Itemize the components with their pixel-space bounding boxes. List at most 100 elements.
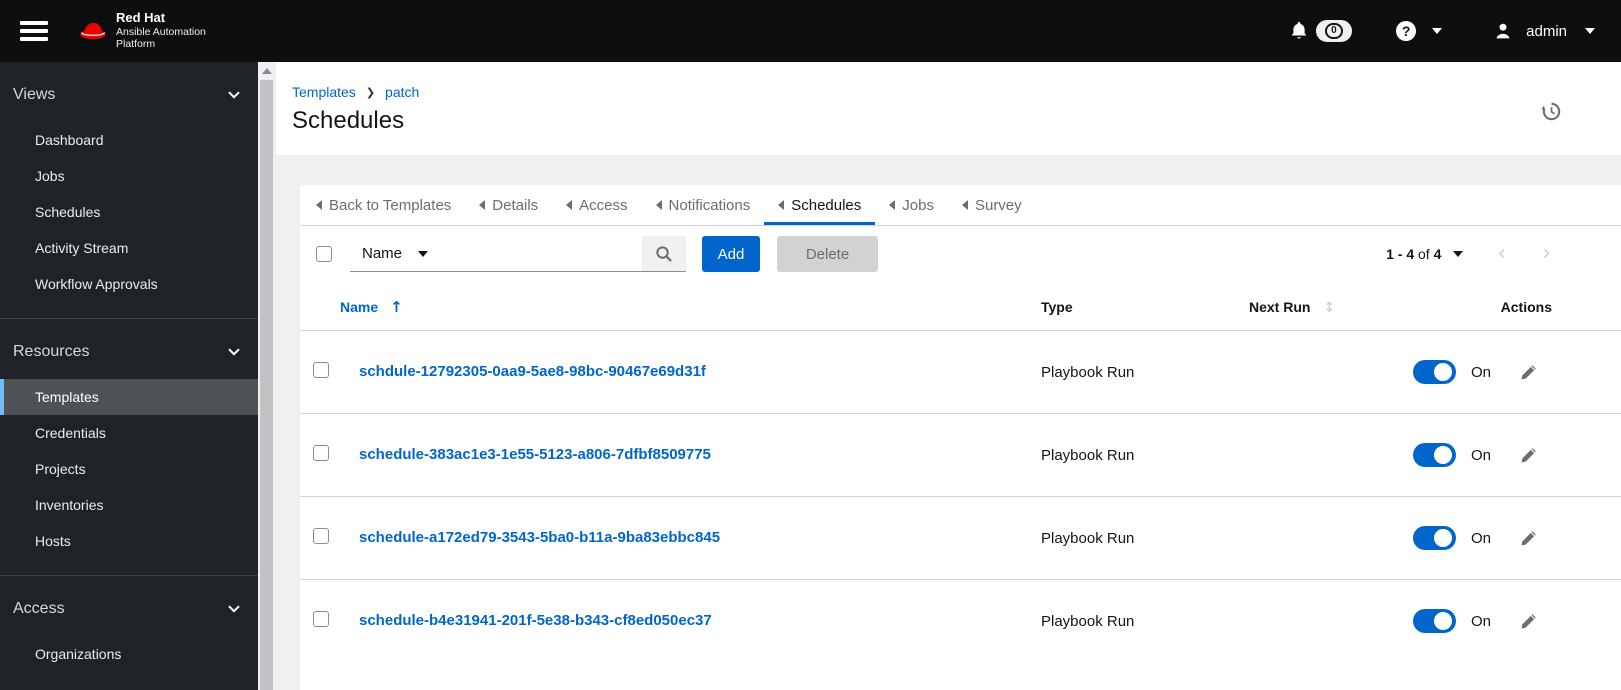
- question-circle-icon: ?: [1396, 21, 1417, 41]
- sidebar-group-access: Access Organizations: [0, 575, 258, 688]
- sidebar-item-schedules[interactable]: Schedules: [0, 194, 258, 230]
- caret-left-icon: [655, 200, 662, 210]
- search-input[interactable]: [440, 236, 642, 272]
- breadcrumb-link-patch[interactable]: patch: [385, 84, 419, 100]
- schedule-toggle[interactable]: [1413, 443, 1456, 467]
- filter-caret-icon: [418, 250, 428, 257]
- schedule-name-link[interactable]: schedule-a172ed79-3543-5ba0-b11a-9ba83eb…: [359, 529, 720, 546]
- sidebar-group-title: Access: [13, 600, 65, 617]
- schedule-name-link[interactable]: schedule-383ac1e3-1e55-5123-a806-7dfbf85…: [359, 446, 711, 463]
- toggle-state-label: On: [1471, 363, 1492, 381]
- schedule-type-label: Playbook Run: [1041, 363, 1135, 381]
- caret-left-icon: [778, 200, 785, 210]
- schedules-table: Name ↑ Type Next Run ↕ Actions schdule-127…: [300, 282, 1621, 663]
- sort-ascending-icon[interactable]: ↑: [390, 298, 403, 316]
- schedules-card: Back to Templates Details Access Notific…: [300, 185, 1621, 690]
- tab-back-to-templates[interactable]: Back to Templates: [302, 185, 465, 225]
- sidebar-group-header[interactable]: Resources: [0, 331, 258, 371]
- edit-schedule-button[interactable]: [1520, 530, 1537, 547]
- sidebar-group-title: Resources: [13, 343, 90, 360]
- help-caret-icon[interactable]: [1432, 28, 1443, 34]
- tab-access[interactable]: Access: [552, 185, 641, 225]
- sidebar-item-dashboard[interactable]: Dashboard: [0, 122, 258, 158]
- edit-schedule-button[interactable]: [1520, 364, 1537, 381]
- row-checkbox[interactable]: [313, 527, 329, 544]
- sidebar-scrollbar[interactable]: [258, 62, 276, 690]
- schedule-type-label: Playbook Run: [1041, 612, 1135, 630]
- add-button[interactable]: Add: [702, 236, 760, 272]
- tab-jobs[interactable]: Jobs: [875, 185, 948, 225]
- sidebar-item-projects[interactable]: Projects: [0, 451, 258, 487]
- chevron-down-icon: [228, 605, 240, 613]
- sort-both-icon[interactable]: ↕: [1323, 300, 1335, 316]
- search-button[interactable]: [642, 236, 686, 272]
- sidebar-group-resources: Resources Templates Credentials Projects…: [0, 318, 258, 575]
- edit-schedule-button[interactable]: [1520, 447, 1537, 464]
- pencil-icon: [1521, 364, 1536, 380]
- schedule-toggle[interactable]: [1413, 526, 1456, 550]
- schedule-name-link[interactable]: schedule-b4e31941-201f-5e38-b343-cf8ed05…: [359, 612, 712, 629]
- notifications-button[interactable]: 0: [1290, 20, 1353, 42]
- sidebar-group-header[interactable]: Views: [0, 74, 258, 114]
- breadcrumb: Templates ❯ patch: [292, 84, 1621, 100]
- schedule-type-label: Playbook Run: [1041, 529, 1135, 547]
- page-header: Templates ❯ patch Schedules: [276, 62, 1621, 155]
- user-icon: [1496, 23, 1510, 39]
- hamburger-menu-icon[interactable]: [12, 9, 56, 53]
- schedule-toggle[interactable]: [1413, 360, 1456, 384]
- scrollbar-thumb[interactable]: [260, 80, 273, 690]
- breadcrumb-link-templates[interactable]: Templates: [292, 84, 356, 100]
- sidebar-item-organizations[interactable]: Organizations: [0, 636, 258, 672]
- caret-left-icon: [961, 200, 968, 210]
- sidebar: Views Dashboard Jobs Schedules Activity …: [0, 62, 258, 690]
- sidebar-item-templates[interactable]: Templates: [0, 379, 258, 415]
- pagination-caret-icon[interactable]: [1453, 251, 1464, 257]
- row-checkbox[interactable]: [313, 610, 329, 627]
- toolbar: Name Add Delete 1 - 4 of 4 ‹ ›: [300, 226, 1621, 282]
- user-menu-caret-icon[interactable]: [1585, 28, 1595, 34]
- notification-badge: 0: [1316, 20, 1353, 42]
- row-checkbox[interactable]: [313, 444, 329, 461]
- sidebar-item-inventories[interactable]: Inventories: [0, 487, 258, 523]
- search-icon: [656, 245, 672, 262]
- edit-schedule-button[interactable]: [1520, 613, 1537, 630]
- pagination-prev-button[interactable]: ‹: [1497, 243, 1506, 265]
- help-button[interactable]: ?: [1396, 21, 1417, 41]
- pencil-icon: [1521, 614, 1536, 629]
- column-header-name[interactable]: Name ↑: [340, 282, 1020, 331]
- caret-left-icon: [889, 200, 896, 210]
- schedule-toggle[interactable]: [1413, 609, 1456, 634]
- toggle-state-label: On: [1471, 529, 1492, 547]
- page-title: Schedules: [292, 107, 405, 134]
- sidebar-item-credentials[interactable]: Credentials: [0, 415, 258, 451]
- column-header-next-run[interactable]: Next Run ↕: [1230, 282, 1390, 331]
- pencil-icon: [1521, 530, 1536, 546]
- filter-type-select[interactable]: Name: [350, 236, 440, 272]
- schedule-name-link[interactable]: schdule-12792305-0aa9-5ae8-98bc-90467e69…: [359, 363, 706, 380]
- scrollbar-up-arrow-icon[interactable]: [262, 68, 272, 74]
- sidebar-group-header[interactable]: Access: [0, 588, 258, 628]
- delete-button[interactable]: Delete: [777, 236, 878, 272]
- brand-logo: Red Hat Ansible Automation Platform: [78, 11, 206, 50]
- schedule-type-label: Playbook Run: [1041, 446, 1135, 464]
- sidebar-group-title: Views: [13, 86, 56, 103]
- brand-product-line1: Ansible Automation: [116, 26, 206, 39]
- row-checkbox[interactable]: [313, 361, 329, 378]
- tab-details[interactable]: Details: [465, 185, 552, 225]
- history-button[interactable]: [1540, 100, 1563, 126]
- breadcrumb-separator-icon: ❯: [365, 86, 376, 99]
- tab-schedules[interactable]: Schedules: [764, 185, 875, 225]
- filter-type-label: Name: [362, 245, 403, 262]
- sidebar-item-jobs[interactable]: Jobs: [0, 158, 258, 194]
- tab-notifications[interactable]: Notifications: [642, 185, 765, 225]
- pagination-next-button[interactable]: ›: [1542, 243, 1551, 265]
- caret-left-icon: [566, 200, 573, 210]
- sidebar-item-workflow-approvals[interactable]: Workflow Approvals: [0, 266, 258, 302]
- select-all-checkbox[interactable]: [316, 246, 332, 262]
- column-header-type: Type: [1041, 299, 1073, 315]
- toggle-state-label: On: [1471, 446, 1492, 464]
- sidebar-item-hosts[interactable]: Hosts: [0, 523, 258, 559]
- tab-survey[interactable]: Survey: [948, 185, 1036, 225]
- table-row: schdule-12792305-0aa9-5ae8-98bc-90467e69…: [300, 330, 1621, 414]
- sidebar-item-activity-stream[interactable]: Activity Stream: [0, 230, 258, 266]
